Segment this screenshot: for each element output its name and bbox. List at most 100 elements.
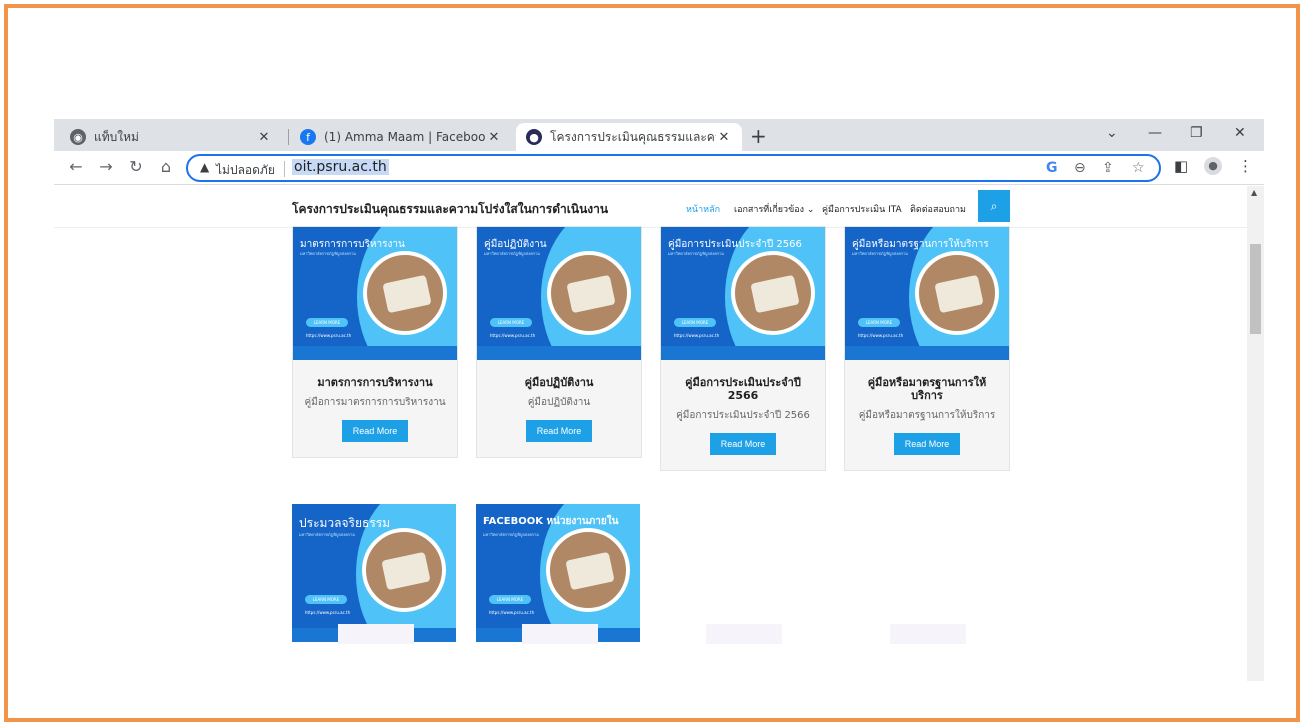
card-thumbnail[interactable]: คู่มือการประเมินประจำปี 2566 มหาวิทยาลัย… bbox=[661, 227, 825, 360]
menu-home[interactable]: หน้าหลัก bbox=[686, 202, 720, 216]
thumb-photo bbox=[363, 251, 447, 335]
card-operation-manual: คู่มือปฏิบัติงาน มหาวิทยาลัยราชภัฏพิบูลส… bbox=[476, 226, 642, 458]
site-header: โครงการประเมินคุณธรรมและความโปร่งใสในการ… bbox=[54, 186, 1247, 228]
menu-documents[interactable]: เอกสารที่เกี่ยวข้อง ⌄ bbox=[734, 202, 814, 216]
thumb-learn-more: LEARN MORE bbox=[674, 318, 716, 327]
read-more-button[interactable]: Read More bbox=[526, 420, 592, 442]
tab-facebook[interactable]: f (1) Amma Maam | Facebook ✕ bbox=[290, 123, 512, 151]
thumb-site-url: https://www.psru.ac.th bbox=[858, 333, 904, 338]
tab-active-site[interactable]: ● โครงการประเมินคุณธรรมและความโปร่งใ ✕ bbox=[516, 123, 742, 151]
thumb-band bbox=[293, 346, 457, 360]
card-thumbnail[interactable]: คู่มือปฏิบัติงาน มหาวิทยาลัยราชภัฏพิบูลส… bbox=[477, 227, 641, 360]
thumb-site-url: https://www.psru.ac.th bbox=[489, 610, 535, 615]
browser-toolbar: ← → ↻ ⌂ ▲ ไม่ปลอดภัย oit.psru.ac.th G ⊖ … bbox=[54, 151, 1264, 185]
card-desc: คู่มือการประเมินประจำปี 2566 bbox=[676, 410, 810, 421]
thumb-photo bbox=[362, 528, 446, 612]
thumb-learn-more: LEARN MORE bbox=[858, 318, 900, 327]
home-icon[interactable]: ⌂ bbox=[156, 157, 176, 176]
card-thumbnail[interactable]: ประมวลจริยธรรม มหาวิทยาลัยราชภัฏพิบูลสงค… bbox=[292, 504, 456, 642]
zoom-icon[interactable]: ⊖ bbox=[1074, 160, 1086, 176]
omnibox-separator bbox=[284, 161, 285, 177]
partial-logo bbox=[522, 624, 598, 644]
window-close-icon[interactable]: ✕ bbox=[1234, 125, 1246, 141]
card-thumbnail[interactable]: FACEBOOK หน่วยงานภายใน มหาวิทยาลัยราชภัฏ… bbox=[476, 504, 640, 642]
menu-contact[interactable]: ติดต่อสอบถาม bbox=[910, 202, 966, 216]
url-text[interactable]: oit.psru.ac.th bbox=[292, 159, 389, 175]
thumb-subtitle: มหาวิทยาลัยราชภัฏพิบูลสงคราม bbox=[852, 251, 908, 256]
forward-arrow-icon[interactable]: → bbox=[96, 157, 116, 176]
site-favicon-icon: ● bbox=[526, 129, 542, 145]
thumb-subtitle: มหาวิทยาลัยราชภัฏพิบูลสงคราม bbox=[483, 532, 539, 537]
thumb-learn-more: LEARN MORE bbox=[489, 595, 531, 604]
tab-title: แท็บใหม่ bbox=[94, 129, 139, 144]
address-bar[interactable]: ▲ ไม่ปลอดภัย oit.psru.ac.th G ⊖ ⇪ ☆ bbox=[186, 154, 1161, 182]
thumb-photo bbox=[731, 251, 815, 335]
page-scrollbar[interactable]: ▲ bbox=[1247, 186, 1264, 681]
google-translate-icon[interactable]: G bbox=[1046, 160, 1058, 176]
thumb-site-url: https://www.psru.ac.th bbox=[306, 333, 352, 338]
facebook-icon: f bbox=[300, 129, 316, 145]
new-tab-plus-icon[interactable]: + bbox=[750, 124, 767, 148]
share-icon[interactable]: ⇪ bbox=[1102, 160, 1114, 176]
card-thumbnail[interactable]: มาตรการการบริหารงาน มหาวิทยาลัยราชภัฏพิบ… bbox=[293, 227, 457, 360]
close-icon[interactable]: ✕ bbox=[716, 130, 732, 145]
restore-icon[interactable]: ❐ bbox=[1190, 125, 1203, 141]
profile-avatar-icon[interactable]: ● bbox=[1204, 157, 1222, 175]
tab-search-chevron-icon[interactable]: ⌄ bbox=[1106, 125, 1118, 141]
thumb-site-url: https://www.psru.ac.th bbox=[674, 333, 720, 338]
card-title: คู่มือหรือมาตรฐานการให้บริการ bbox=[867, 376, 987, 402]
partial-logo bbox=[890, 624, 966, 644]
close-icon[interactable]: ✕ bbox=[486, 130, 502, 145]
security-label[interactable]: ไม่ปลอดภัย bbox=[216, 161, 275, 180]
thumb-band bbox=[661, 346, 825, 360]
card-desc: คู่มือปฏิบัติงาน bbox=[527, 397, 591, 408]
tab-title: โครงการประเมินคุณธรรมและความโปร่งใ bbox=[550, 129, 716, 144]
card-desc: คู่มือการมาตรการการบริหารงาน bbox=[304, 397, 446, 408]
card-facebook-units: FACEBOOK หน่วยงานภายใน มหาวิทยาลัยราชภัฏ… bbox=[476, 504, 642, 642]
tab-strip: ◉ แท็บใหม่ ✕ f (1) Amma Maam | Facebook … bbox=[54, 119, 1264, 151]
read-more-button[interactable]: Read More bbox=[342, 420, 408, 442]
scrollbar-thumb[interactable] bbox=[1250, 244, 1261, 334]
thumb-band bbox=[477, 346, 641, 360]
scroll-up-icon[interactable]: ▲ bbox=[1251, 188, 1257, 197]
search-button[interactable]: ⌕ bbox=[978, 190, 1010, 222]
thumb-band bbox=[845, 346, 1009, 360]
card-thumbnail[interactable]: คู่มือหรือมาตรฐานการให้บริการ มหาวิทยาลั… bbox=[845, 227, 1009, 360]
thumb-subtitle: มหาวิทยาลัยราชภัฏพิบูลสงคราม bbox=[300, 251, 356, 256]
card-annual-evaluation-manual: คู่มือการประเมินประจำปี 2566 มหาวิทยาลัย… bbox=[660, 226, 826, 471]
card-title: มาตรการการบริหารงาน bbox=[317, 376, 433, 389]
thumb-subtitle: มหาวิทยาลัยราชภัฏพิบูลสงคราม bbox=[299, 532, 355, 537]
search-icon: ⌕ bbox=[990, 198, 998, 213]
thumb-site-url: https://www.psru.ac.th bbox=[490, 333, 536, 338]
close-icon[interactable]: ✕ bbox=[256, 130, 272, 145]
card-title: คู่มือการประเมินประจำปี 2566 bbox=[685, 376, 801, 402]
thumb-photo bbox=[546, 528, 630, 612]
thumb-title: FACEBOOK หน่วยงานภายใน bbox=[483, 516, 619, 527]
tab-new-tab[interactable]: ◉ แท็บใหม่ ✕ bbox=[60, 123, 282, 151]
card-desc: คู่มือหรือมาตรฐานการให้บริการ bbox=[858, 410, 996, 421]
side-panel-icon[interactable]: ◧ bbox=[1174, 157, 1188, 175]
chrome-icon: ◉ bbox=[70, 129, 86, 145]
minimize-icon[interactable]: — bbox=[1148, 125, 1162, 141]
card-service-standards: คู่มือหรือมาตรฐานการให้บริการ มหาวิทยาลั… bbox=[844, 226, 1010, 471]
web-page: โครงการประเมินคุณธรรมและความโปร่งใสในการ… bbox=[54, 186, 1247, 681]
thumb-photo bbox=[915, 251, 999, 335]
read-more-button[interactable]: Read More bbox=[894, 433, 960, 455]
warning-triangle-icon: ▲ bbox=[200, 160, 210, 174]
thumb-photo bbox=[547, 251, 631, 335]
kebab-menu-icon[interactable]: ⋮ bbox=[1238, 157, 1253, 175]
thumb-learn-more: LEARN MORE bbox=[490, 318, 532, 327]
back-arrow-icon[interactable]: ← bbox=[66, 157, 86, 176]
card-title: คู่มือปฏิบัติงาน bbox=[524, 376, 594, 389]
thumb-subtitle: มหาวิทยาลัยราชภัฏพิบูลสงคราม bbox=[668, 251, 724, 256]
reload-icon[interactable]: ↻ bbox=[126, 157, 146, 176]
menu-ita-manual[interactable]: คู่มือการประเมิน ITA bbox=[822, 202, 902, 216]
bookmark-star-icon[interactable]: ☆ bbox=[1132, 160, 1145, 176]
partial-logo bbox=[338, 624, 414, 644]
browser-window: ◉ แท็บใหม่ ✕ f (1) Amma Maam | Facebook … bbox=[54, 119, 1264, 681]
read-more-button[interactable]: Read More bbox=[710, 433, 776, 455]
thumb-subtitle: มหาวิทยาลัยราชภัฏพิบูลสงคราม bbox=[484, 251, 540, 256]
site-title[interactable]: โครงการประเมินคุณธรรมและความโปร่งใสในการ… bbox=[292, 200, 608, 219]
card-management-measures: มาตรการการบริหารงาน มหาวิทยาลัยราชภัฏพิบ… bbox=[292, 226, 458, 458]
thumb-learn-more: LEARN MORE bbox=[306, 318, 348, 327]
